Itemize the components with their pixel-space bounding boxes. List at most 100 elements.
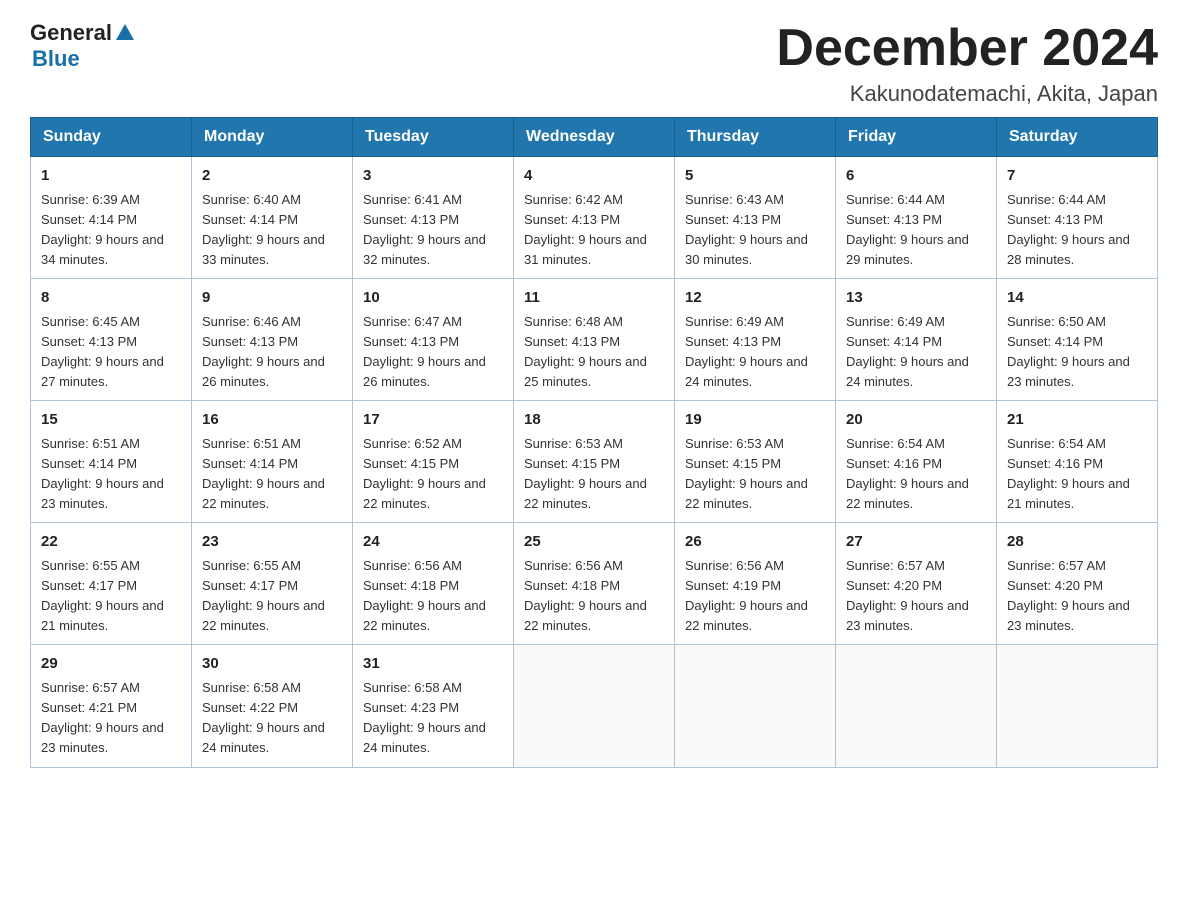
page-header: General Blue December 2024 Kakunodatemac…	[30, 20, 1158, 107]
col-header-monday: Monday	[192, 118, 353, 157]
day-info: Sunrise: 6:51 AMSunset: 4:14 PMDaylight:…	[202, 434, 342, 515]
day-number: 28	[1007, 531, 1147, 554]
day-info: Sunrise: 6:56 AMSunset: 4:19 PMDaylight:…	[685, 556, 825, 637]
calendar-cell: 11Sunrise: 6:48 AMSunset: 4:13 PMDayligh…	[514, 279, 675, 401]
calendar-cell: 30Sunrise: 6:58 AMSunset: 4:22 PMDayligh…	[192, 645, 353, 767]
calendar-cell: 25Sunrise: 6:56 AMSunset: 4:18 PMDayligh…	[514, 523, 675, 645]
calendar-cell: 4Sunrise: 6:42 AMSunset: 4:13 PMDaylight…	[514, 157, 675, 279]
calendar-cell	[675, 645, 836, 767]
day-info: Sunrise: 6:50 AMSunset: 4:14 PMDaylight:…	[1007, 312, 1147, 393]
calendar-cell: 28Sunrise: 6:57 AMSunset: 4:20 PMDayligh…	[997, 523, 1158, 645]
day-number: 29	[41, 653, 181, 676]
day-info: Sunrise: 6:46 AMSunset: 4:13 PMDaylight:…	[202, 312, 342, 393]
day-number: 14	[1007, 287, 1147, 310]
day-info: Sunrise: 6:56 AMSunset: 4:18 PMDaylight:…	[524, 556, 664, 637]
day-number: 13	[846, 287, 986, 310]
logo-triangle-icon	[114, 22, 136, 44]
col-header-friday: Friday	[836, 118, 997, 157]
calendar-cell: 7Sunrise: 6:44 AMSunset: 4:13 PMDaylight…	[997, 157, 1158, 279]
day-number: 30	[202, 653, 342, 676]
logo-general: General	[30, 20, 112, 46]
day-number: 4	[524, 165, 664, 188]
calendar-cell: 8Sunrise: 6:45 AMSunset: 4:13 PMDaylight…	[31, 279, 192, 401]
calendar-cell: 1Sunrise: 6:39 AMSunset: 4:14 PMDaylight…	[31, 157, 192, 279]
calendar-cell: 16Sunrise: 6:51 AMSunset: 4:14 PMDayligh…	[192, 401, 353, 523]
calendar-cell: 2Sunrise: 6:40 AMSunset: 4:14 PMDaylight…	[192, 157, 353, 279]
day-number: 31	[363, 653, 503, 676]
calendar-week-row: 15Sunrise: 6:51 AMSunset: 4:14 PMDayligh…	[31, 401, 1158, 523]
calendar-cell: 9Sunrise: 6:46 AMSunset: 4:13 PMDaylight…	[192, 279, 353, 401]
calendar-cell: 29Sunrise: 6:57 AMSunset: 4:21 PMDayligh…	[31, 645, 192, 767]
day-info: Sunrise: 6:49 AMSunset: 4:14 PMDaylight:…	[846, 312, 986, 393]
day-info: Sunrise: 6:45 AMSunset: 4:13 PMDaylight:…	[41, 312, 181, 393]
calendar-cell: 22Sunrise: 6:55 AMSunset: 4:17 PMDayligh…	[31, 523, 192, 645]
calendar-cell: 23Sunrise: 6:55 AMSunset: 4:17 PMDayligh…	[192, 523, 353, 645]
day-number: 12	[685, 287, 825, 310]
day-info: Sunrise: 6:55 AMSunset: 4:17 PMDaylight:…	[41, 556, 181, 637]
day-info: Sunrise: 6:57 AMSunset: 4:20 PMDaylight:…	[1007, 556, 1147, 637]
col-header-sunday: Sunday	[31, 118, 192, 157]
logo: General Blue	[30, 20, 138, 72]
col-header-tuesday: Tuesday	[353, 118, 514, 157]
day-info: Sunrise: 6:53 AMSunset: 4:15 PMDaylight:…	[685, 434, 825, 515]
day-info: Sunrise: 6:54 AMSunset: 4:16 PMDaylight:…	[846, 434, 986, 515]
month-title: December 2024	[776, 20, 1158, 77]
calendar-cell: 10Sunrise: 6:47 AMSunset: 4:13 PMDayligh…	[353, 279, 514, 401]
calendar-cell: 6Sunrise: 6:44 AMSunset: 4:13 PMDaylight…	[836, 157, 997, 279]
day-number: 26	[685, 531, 825, 554]
calendar-week-row: 22Sunrise: 6:55 AMSunset: 4:17 PMDayligh…	[31, 523, 1158, 645]
calendar-cell: 21Sunrise: 6:54 AMSunset: 4:16 PMDayligh…	[997, 401, 1158, 523]
day-number: 21	[1007, 409, 1147, 432]
day-info: Sunrise: 6:42 AMSunset: 4:13 PMDaylight:…	[524, 190, 664, 271]
day-number: 25	[524, 531, 664, 554]
day-number: 24	[363, 531, 503, 554]
calendar-cell: 5Sunrise: 6:43 AMSunset: 4:13 PMDaylight…	[675, 157, 836, 279]
calendar-table: SundayMondayTuesdayWednesdayThursdayFrid…	[30, 117, 1158, 767]
day-info: Sunrise: 6:44 AMSunset: 4:13 PMDaylight:…	[1007, 190, 1147, 271]
day-number: 9	[202, 287, 342, 310]
day-info: Sunrise: 6:47 AMSunset: 4:13 PMDaylight:…	[363, 312, 503, 393]
calendar-cell: 27Sunrise: 6:57 AMSunset: 4:20 PMDayligh…	[836, 523, 997, 645]
day-number: 17	[363, 409, 503, 432]
day-info: Sunrise: 6:43 AMSunset: 4:13 PMDaylight:…	[685, 190, 825, 271]
logo-blue: Blue	[32, 46, 80, 71]
day-info: Sunrise: 6:58 AMSunset: 4:23 PMDaylight:…	[363, 678, 503, 759]
day-info: Sunrise: 6:52 AMSunset: 4:15 PMDaylight:…	[363, 434, 503, 515]
day-info: Sunrise: 6:44 AMSunset: 4:13 PMDaylight:…	[846, 190, 986, 271]
calendar-header-row: SundayMondayTuesdayWednesdayThursdayFrid…	[31, 118, 1158, 157]
day-info: Sunrise: 6:39 AMSunset: 4:14 PMDaylight:…	[41, 190, 181, 271]
col-header-saturday: Saturday	[997, 118, 1158, 157]
day-info: Sunrise: 6:51 AMSunset: 4:14 PMDaylight:…	[41, 434, 181, 515]
day-number: 27	[846, 531, 986, 554]
calendar-cell: 18Sunrise: 6:53 AMSunset: 4:15 PMDayligh…	[514, 401, 675, 523]
calendar-cell: 19Sunrise: 6:53 AMSunset: 4:15 PMDayligh…	[675, 401, 836, 523]
calendar-cell: 14Sunrise: 6:50 AMSunset: 4:14 PMDayligh…	[997, 279, 1158, 401]
calendar-cell: 3Sunrise: 6:41 AMSunset: 4:13 PMDaylight…	[353, 157, 514, 279]
day-number: 6	[846, 165, 986, 188]
calendar-week-row: 29Sunrise: 6:57 AMSunset: 4:21 PMDayligh…	[31, 645, 1158, 767]
calendar-cell	[997, 645, 1158, 767]
day-info: Sunrise: 6:41 AMSunset: 4:13 PMDaylight:…	[363, 190, 503, 271]
day-number: 10	[363, 287, 503, 310]
day-number: 20	[846, 409, 986, 432]
calendar-cell	[836, 645, 997, 767]
day-number: 22	[41, 531, 181, 554]
calendar-cell: 13Sunrise: 6:49 AMSunset: 4:14 PMDayligh…	[836, 279, 997, 401]
day-info: Sunrise: 6:48 AMSunset: 4:13 PMDaylight:…	[524, 312, 664, 393]
col-header-wednesday: Wednesday	[514, 118, 675, 157]
calendar-cell: 15Sunrise: 6:51 AMSunset: 4:14 PMDayligh…	[31, 401, 192, 523]
day-info: Sunrise: 6:53 AMSunset: 4:15 PMDaylight:…	[524, 434, 664, 515]
day-info: Sunrise: 6:55 AMSunset: 4:17 PMDaylight:…	[202, 556, 342, 637]
day-number: 16	[202, 409, 342, 432]
day-info: Sunrise: 6:58 AMSunset: 4:22 PMDaylight:…	[202, 678, 342, 759]
calendar-cell: 26Sunrise: 6:56 AMSunset: 4:19 PMDayligh…	[675, 523, 836, 645]
calendar-cell	[514, 645, 675, 767]
day-info: Sunrise: 6:57 AMSunset: 4:20 PMDaylight:…	[846, 556, 986, 637]
title-block: December 2024 Kakunodatemachi, Akita, Ja…	[776, 20, 1158, 107]
col-header-thursday: Thursday	[675, 118, 836, 157]
day-number: 11	[524, 287, 664, 310]
location: Kakunodatemachi, Akita, Japan	[776, 81, 1158, 107]
day-number: 15	[41, 409, 181, 432]
day-number: 18	[524, 409, 664, 432]
day-info: Sunrise: 6:56 AMSunset: 4:18 PMDaylight:…	[363, 556, 503, 637]
